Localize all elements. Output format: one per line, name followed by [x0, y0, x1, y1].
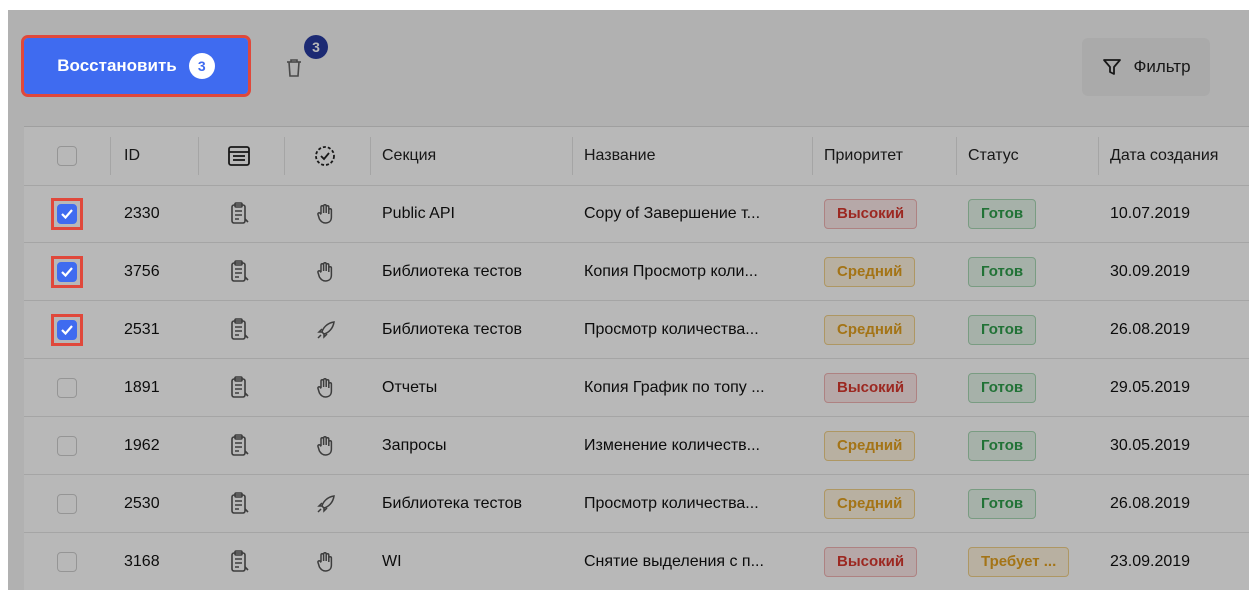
manual-test-icon [230, 243, 250, 300]
row-section: WI [382, 552, 402, 570]
manual-test-icon [230, 185, 250, 242]
restore-button[interactable]: Восстановить 3 [21, 35, 251, 97]
header-status[interactable]: Статус [968, 127, 1019, 185]
hand-icon [316, 359, 334, 416]
row-id: 3756 [124, 262, 160, 280]
priority-badge: Высокий [824, 372, 918, 403]
row-name[interactable]: Копия Просмотр коли... [584, 243, 758, 300]
hand-icon [316, 533, 334, 590]
hand-icon [316, 185, 334, 242]
row-created: 29.05.2019 [1110, 378, 1191, 396]
header-automation-icon[interactable] [314, 127, 336, 185]
row-id: 1891 [124, 378, 160, 396]
table-row[interactable]: 3756 Библиотека тестов Копия Просмотр ко… [24, 243, 1249, 301]
row-id: 2330 [124, 204, 160, 222]
header-type-icon[interactable] [228, 127, 250, 185]
row-checkbox[interactable] [57, 203, 77, 224]
trash-count-badge: 3 [304, 35, 328, 59]
rocket-icon [316, 475, 336, 532]
row-name[interactable]: Копия График по топу ... [584, 359, 765, 416]
toolbar: Восстановить 3 3 Фильтр [8, 10, 1249, 126]
row-name[interactable]: Просмотр количества... [584, 301, 759, 358]
row-name[interactable]: Изменение количеств... [584, 417, 760, 474]
select-all-checkbox[interactable] [57, 146, 77, 166]
row-checkbox[interactable] [57, 435, 77, 456]
row-checkbox[interactable] [57, 493, 77, 514]
status-badge: Готов [968, 488, 1037, 519]
manual-test-icon [230, 533, 250, 590]
row-checkbox[interactable] [57, 261, 77, 282]
manual-test-icon [230, 417, 250, 474]
row-checkbox-wrapper [51, 313, 83, 346]
row-section: Библиотека тестов [382, 320, 523, 338]
priority-badge: Высокий [824, 198, 918, 229]
row-created: 30.05.2019 [1110, 436, 1191, 454]
rocket-icon [316, 301, 336, 358]
status-badge: Требует ... [968, 546, 1070, 577]
table-row[interactable]: 2531 Библиотека тестов Просмотр количест… [24, 301, 1249, 359]
row-name[interactable]: Copy of Завершение т... [584, 185, 760, 242]
manual-test-icon [230, 301, 250, 358]
row-created: 10.07.2019 [1110, 204, 1191, 222]
restore-count-badge: 3 [188, 53, 215, 79]
check-circle-icon [314, 145, 336, 167]
filter-icon [1101, 56, 1123, 78]
table-row[interactable]: 2530 Библиотека тестов Просмотр количест… [24, 475, 1249, 533]
row-created: 26.08.2019 [1110, 494, 1191, 512]
row-created: 30.09.2019 [1110, 262, 1191, 280]
row-checkbox[interactable] [57, 377, 77, 398]
header-name[interactable]: Название [584, 127, 656, 185]
row-section: Отчеты [382, 378, 438, 396]
status-badge: Готов [968, 256, 1037, 287]
table-row[interactable]: 1962 Запросы Изменение количеств... Сред… [24, 417, 1249, 475]
row-section: Запросы [382, 436, 447, 454]
row-checkbox-wrapper [51, 197, 83, 230]
row-created: 23.09.2019 [1110, 552, 1191, 570]
table-header: ID Секция Название Приоритет Статус Дата… [24, 127, 1249, 186]
filter-button[interactable]: Фильтр [1082, 38, 1210, 96]
status-badge: Готов [968, 198, 1037, 229]
priority-badge: Средний [824, 430, 916, 461]
table-row[interactable]: 3168 WI Снятие выделения с п... Высокий … [24, 533, 1249, 590]
status-badge: Готов [968, 314, 1037, 345]
restore-label: Восстановить [57, 56, 177, 75]
hand-icon [316, 243, 334, 300]
priority-badge: Средний [824, 314, 916, 345]
row-section: Библиотека тестов [382, 494, 523, 512]
priority-badge: Средний [824, 256, 916, 287]
list-icon [228, 146, 250, 166]
row-id: 2531 [124, 320, 160, 338]
status-badge: Готов [968, 372, 1037, 403]
filter-label: Фильтр [1133, 57, 1191, 76]
header-created[interactable]: Дата создания [1110, 127, 1218, 185]
row-name[interactable]: Снятие выделения с п... [584, 533, 764, 590]
table-row[interactable]: 2330 Public API Copy of Завершение т... … [24, 185, 1249, 243]
row-checkbox[interactable] [57, 551, 77, 572]
row-id: 1962 [124, 436, 160, 454]
status-badge: Готов [968, 430, 1037, 461]
priority-badge: Средний [824, 488, 916, 519]
priority-badge: Высокий [824, 546, 918, 577]
manual-test-icon [230, 475, 250, 532]
header-id[interactable]: ID [124, 127, 140, 185]
table-row[interactable]: 1891 Отчеты Копия График по топу ... Выс… [24, 359, 1249, 417]
header-priority[interactable]: Приоритет [824, 127, 903, 185]
row-name[interactable]: Просмотр количества... [584, 475, 759, 532]
trash-icon[interactable] [284, 54, 304, 80]
row-checkbox-wrapper [51, 255, 83, 288]
screen: Восстановить 3 3 Фильтр ID Секция Назван… [8, 10, 1249, 590]
manual-test-icon [230, 359, 250, 416]
row-checkbox[interactable] [57, 319, 77, 340]
header-section[interactable]: Секция [382, 127, 436, 185]
row-section: Public API [382, 204, 455, 222]
row-id: 2530 [124, 494, 160, 512]
select-all-cell [57, 127, 77, 185]
row-created: 26.08.2019 [1110, 320, 1191, 338]
row-section: Библиотека тестов [382, 262, 523, 280]
tests-table: ID Секция Название Приоритет Статус Дата… [24, 126, 1249, 590]
row-id: 3168 [124, 552, 160, 570]
hand-icon [316, 417, 334, 474]
